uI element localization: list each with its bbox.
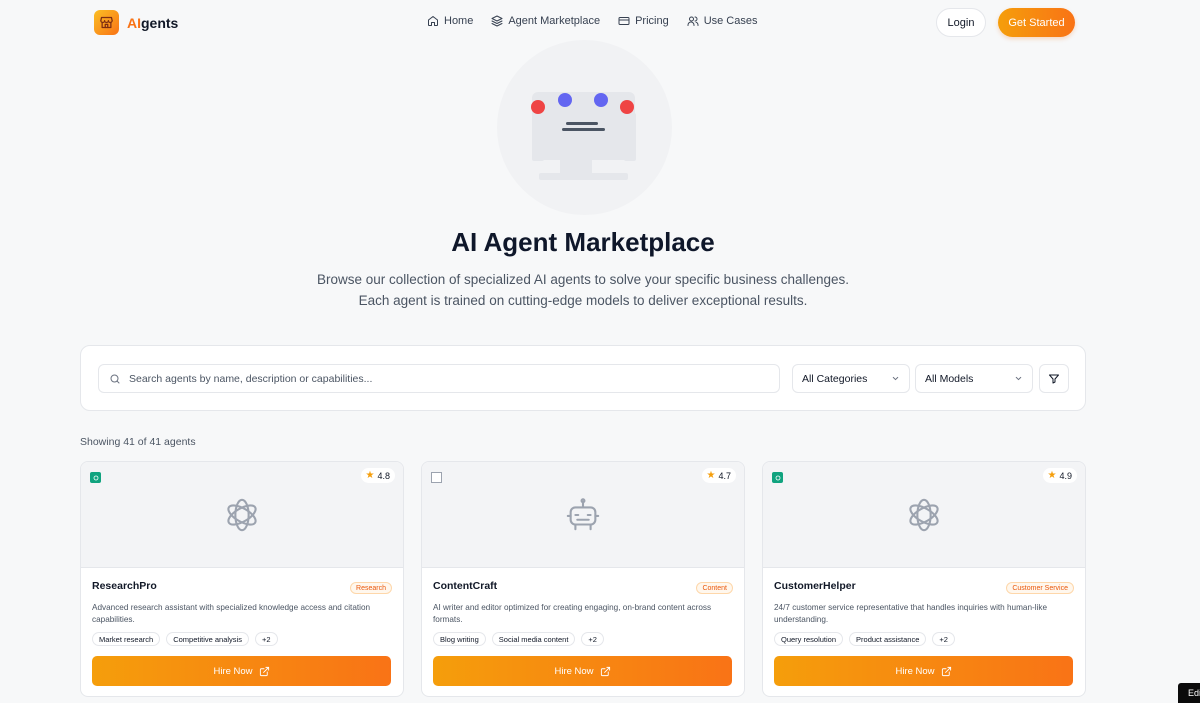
- openai-logo-icon: [227, 498, 257, 532]
- edit-tab[interactable]: Edi: [1178, 683, 1200, 703]
- more-tags-badge[interactable]: +2: [581, 632, 604, 646]
- star-icon: ★: [706, 470, 716, 481]
- agent-card: ★ 4.9 CustomerHelper Customer Service 24/…: [762, 461, 1086, 697]
- agent-description: 24/7 customer service representative tha…: [774, 603, 1048, 624]
- agent-card-image: ★ 4.9: [763, 462, 1085, 568]
- agent-card-image: ★ 4.7: [422, 462, 744, 568]
- openai-logo-icon: [909, 498, 939, 532]
- search-icon: [110, 374, 120, 383]
- nav-agent-marketplace-label: Agent Marketplace: [508, 15, 601, 27]
- top-navbar: AIgents Home Agent Marketplace Pricing U…: [0, 0, 1200, 46]
- agent-tags: Market research Competitive analysis +2: [92, 632, 278, 646]
- more-tags-badge[interactable]: +2: [254, 632, 278, 646]
- category-badge: Content: [696, 582, 733, 594]
- model-select-value: All Models: [925, 372, 974, 385]
- page-title: AI Agent Marketplace: [451, 227, 715, 257]
- nav-pricing[interactable]: Pricing: [618, 15, 669, 27]
- agent-name[interactable]: ContentCraft: [433, 580, 497, 592]
- capability-tag: Blog writing: [433, 632, 486, 646]
- nav-home[interactable]: Home: [427, 15, 473, 27]
- credit-card-icon: [618, 17, 630, 25]
- agent-name[interactable]: CustomerHelper: [774, 580, 856, 592]
- agent-name[interactable]: ResearchPro: [92, 580, 157, 592]
- login-button[interactable]: Login: [936, 8, 986, 37]
- hire-now-button[interactable]: Hire Now: [433, 656, 732, 686]
- rating-badge: ★ 4.7: [701, 468, 736, 483]
- model-select[interactable]: All Models: [915, 364, 1033, 393]
- category-select-value: All Categories: [802, 372, 868, 385]
- capability-tag: Competitive analysis: [166, 632, 249, 646]
- get-started-button[interactable]: Get Started: [998, 8, 1075, 37]
- star-icon: ★: [1047, 470, 1057, 481]
- star-icon: ★: [365, 470, 375, 481]
- broken-image-icon: [431, 472, 442, 483]
- nav-home-label: Home: [444, 15, 474, 27]
- external-link-icon: [600, 666, 610, 676]
- agent-description: AI writer and editor optimized for creat…: [433, 603, 712, 624]
- external-link-icon: [941, 666, 951, 676]
- chevron-down-icon: [1015, 376, 1022, 381]
- robot-illustration-icon: [531, 92, 636, 180]
- rating-badge: ★ 4.9: [1042, 468, 1077, 483]
- capability-tag: Query resolution: [774, 632, 844, 646]
- nav-pricing-label: Pricing: [635, 15, 669, 27]
- nav-agent-marketplace[interactable]: Agent Marketplace: [491, 15, 600, 27]
- filter-icon: [1049, 374, 1059, 383]
- nav-use-cases[interactable]: Use Cases: [687, 15, 758, 27]
- page-subtitle: Browse our collection of specialized AI …: [316, 272, 850, 308]
- chevron-down-icon: [892, 376, 899, 381]
- nav-links: Home Agent Marketplace Pricing Use Cases: [427, 15, 757, 27]
- openai-logo-icon: [90, 472, 101, 483]
- agent-tags: Query resolution Product assistance +2: [774, 632, 955, 646]
- filter-button[interactable]: [1039, 364, 1069, 393]
- capability-tag: Product assistance: [849, 632, 927, 646]
- users-icon: [687, 16, 699, 26]
- capability-tag: Market research: [92, 632, 161, 646]
- layers-icon: [491, 15, 503, 27]
- category-badge: Customer Service: [1006, 582, 1074, 594]
- hire-now-button[interactable]: Hire Now: [774, 656, 1073, 686]
- home-icon: [428, 16, 438, 26]
- nav-use-cases-label: Use Cases: [703, 15, 758, 27]
- rating-badge: ★ 4.8: [360, 468, 395, 483]
- brand-name: AIgents: [127, 14, 179, 31]
- category-badge: Research: [350, 582, 392, 594]
- search-box[interactable]: [98, 364, 780, 393]
- agent-card-image: ★ 4.8: [81, 462, 403, 568]
- agent-description: Advanced research assistant with special…: [92, 603, 371, 624]
- openai-logo-icon: [772, 472, 783, 483]
- agent-card: ★ 4.7 ContentCraft Content AI writer and …: [421, 461, 745, 697]
- brand[interactable]: AIgents: [94, 10, 178, 35]
- storefront-logo-icon: [94, 10, 119, 35]
- category-select[interactable]: All Categories: [792, 364, 910, 393]
- external-link-icon: [259, 666, 269, 676]
- agent-card: ★ 4.8 ResearchPro Research Advanced resea…: [80, 461, 404, 697]
- results-count: Showing 41 of 41 agents: [80, 436, 196, 448]
- hire-now-button[interactable]: Hire Now: [92, 656, 391, 686]
- search-input[interactable]: [129, 372, 729, 385]
- bot-icon: [566, 498, 600, 531]
- agent-tags: Blog writing Social media content +2: [433, 632, 604, 646]
- more-tags-badge[interactable]: +2: [932, 632, 955, 646]
- search-filter-panel: All Categories All Models: [80, 345, 1086, 411]
- capability-tag: Social media content: [491, 632, 576, 646]
